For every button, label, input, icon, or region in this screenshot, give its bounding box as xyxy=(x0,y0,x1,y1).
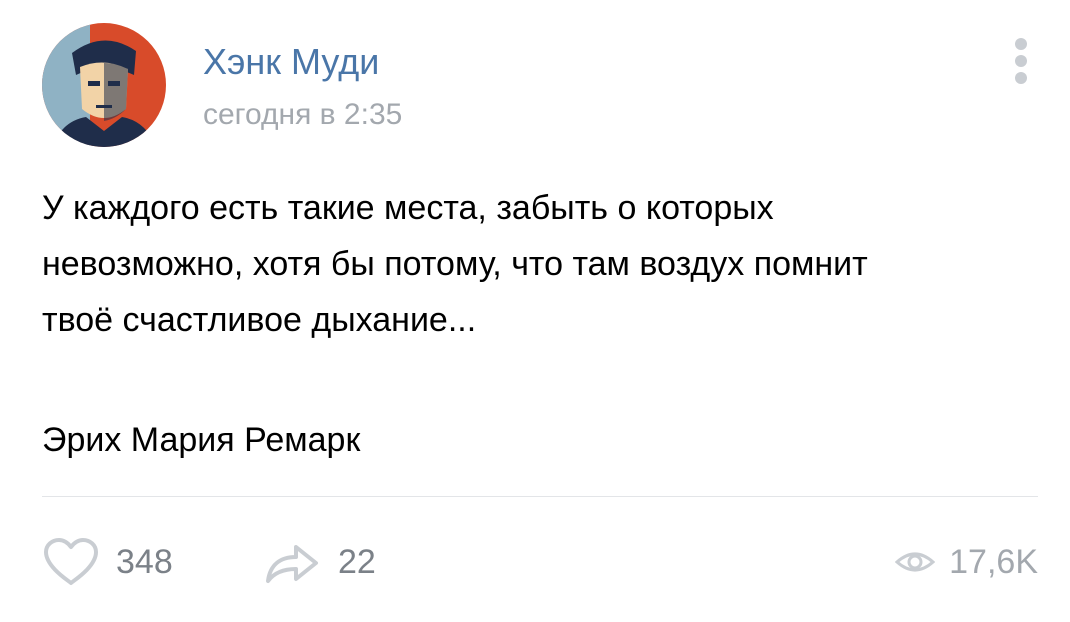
more-vertical-icon-dot xyxy=(1015,72,1027,84)
post-card: Хэнк Муди сегодня в 2:35 У каждого есть … xyxy=(0,0,1070,622)
like-count: 348 xyxy=(116,542,173,581)
share-arrow-icon xyxy=(266,545,318,583)
more-vertical-icon xyxy=(1015,38,1027,50)
post-text: У каждого есть такие места, забыть о кот… xyxy=(42,180,1032,348)
heart-icon xyxy=(44,538,98,585)
divider xyxy=(42,496,1038,497)
avatar-portrait-image xyxy=(42,23,166,147)
author-name[interactable]: Хэнк Муди xyxy=(203,40,379,84)
views-counter: 17,6K xyxy=(895,534,1038,590)
share-count: 22 xyxy=(338,542,376,581)
views-count: 17,6K xyxy=(949,542,1038,581)
more-vertical-icon-dot xyxy=(1015,55,1027,67)
post-date: сегодня в 2:35 xyxy=(203,98,403,131)
more-options-button[interactable] xyxy=(1006,36,1036,86)
quote-author: Эрих Мария Ремарк xyxy=(42,421,361,459)
share-button[interactable]: 22 xyxy=(262,534,376,590)
like-button[interactable]: 348 xyxy=(42,534,173,590)
post-body-text: У каждого есть такие места, забыть о кот… xyxy=(42,189,868,339)
eye-icon xyxy=(895,552,936,572)
author-avatar[interactable] xyxy=(42,23,166,147)
